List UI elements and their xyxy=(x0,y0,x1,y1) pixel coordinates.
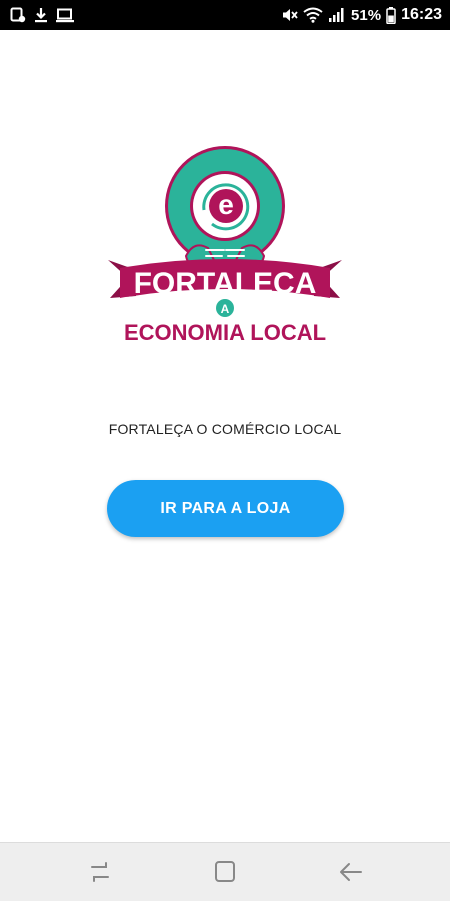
status-bar: 51% 16:23 xyxy=(0,0,450,30)
logo-line2: ECONOMIA LOCAL xyxy=(124,320,326,345)
cast-icon xyxy=(56,8,74,23)
battery-percent: 51% xyxy=(351,6,382,24)
logo-connector: A xyxy=(221,302,230,316)
home-icon[interactable] xyxy=(213,861,237,883)
mute-icon xyxy=(282,7,298,23)
go-to-store-button[interactable]: IR PARA A LOJA xyxy=(107,480,344,537)
status-bar-left xyxy=(10,6,74,24)
status-bar-right: 51% 16:23 xyxy=(282,6,442,24)
main-content: e FORTALEÇA A ECONOMIA LOCAL FORTALEÇA O… xyxy=(0,30,450,842)
clock: 16:23 xyxy=(401,6,442,23)
tagline: FORTALEÇA O COMÉRCIO LOCAL xyxy=(108,421,342,437)
screenshot-icon xyxy=(10,7,26,23)
wifi-icon xyxy=(303,7,323,23)
signal-icon xyxy=(328,7,346,23)
back-icon[interactable] xyxy=(339,861,363,883)
battery-icon xyxy=(386,6,396,24)
logo-letter: e xyxy=(218,189,234,220)
app-logo: e FORTALEÇA A ECONOMIA LOCAL xyxy=(106,128,344,364)
download-icon xyxy=(34,7,48,23)
logo-line1: FORTALEÇA xyxy=(134,267,317,300)
recent-apps-icon[interactable] xyxy=(88,861,112,883)
navigation-bar xyxy=(0,842,450,901)
